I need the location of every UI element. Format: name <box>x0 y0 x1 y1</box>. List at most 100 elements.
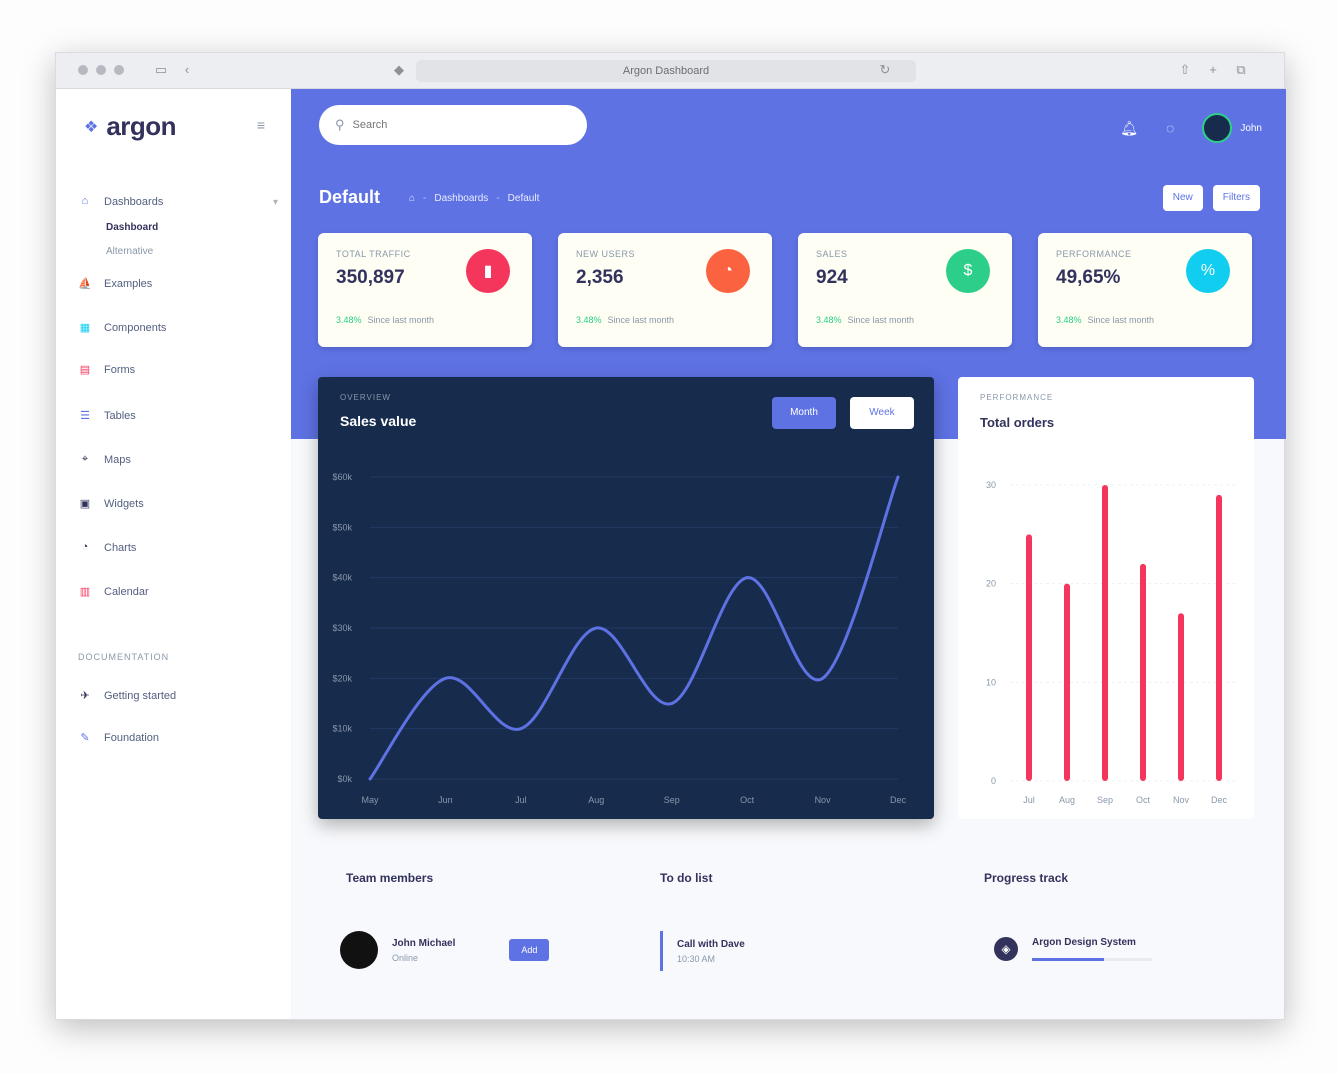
money-icon: $ <box>946 249 990 293</box>
tab-month[interactable]: Month <box>772 397 836 429</box>
reload-icon[interactable]: ↻ <box>876 62 894 78</box>
tabs-overview-icon[interactable]: ⧉ <box>1232 62 1250 78</box>
stat-card-new-users[interactable]: New users 2,356 ◔ 3.48% Since last month <box>558 233 772 347</box>
project-logo-icon: ◈ <box>994 937 1018 961</box>
sidebar-subitem-dashboard[interactable]: Dashboard <box>78 215 278 239</box>
sidebar-collapse-icon[interactable]: ≡ <box>252 117 270 135</box>
sidebar-item-label: Charts <box>104 542 137 554</box>
sidebar-item-getting-started[interactable]: ✈ Getting started <box>78 683 278 709</box>
map-pin-icon: ⌖ <box>81 453 89 465</box>
browser-titlebar: ▭ ‹ ◆ Argon Dashboard ↻ ⇧ + ⧉ <box>56 53 1284 89</box>
shield-icon[interactable]: ◆ <box>390 62 408 78</box>
minimize-window-button[interactable] <box>96 65 106 75</box>
stat-label: Performance <box>1056 249 1132 259</box>
bell-icon[interactable]: 🔔︎ <box>1120 120 1138 137</box>
user-menu[interactable]: John <box>1202 113 1262 143</box>
stat-label: Total traffic <box>336 249 411 259</box>
stat-cards: Total traffic 350,897 ▮ 3.48% Since last… <box>318 233 1252 347</box>
search-input[interactable] <box>352 119 563 131</box>
sidebar-item-foundation[interactable]: ✎ Foundation <box>78 725 278 751</box>
x-tick-label: Oct <box>1136 795 1151 805</box>
data-point <box>443 676 447 680</box>
share-icon[interactable]: ⇧ <box>1176 62 1194 78</box>
order-bar <box>1178 613 1184 781</box>
sidebar-heading: Documentation <box>78 652 170 662</box>
tab-week[interactable]: Week <box>850 397 914 429</box>
stat-card-performance[interactable]: Performance 49,65% % 3.48% Since last mo… <box>1038 233 1252 347</box>
data-point <box>821 676 825 680</box>
project-progress-fill <box>1032 958 1104 961</box>
address-bar[interactable]: Argon Dashboard <box>416 60 916 82</box>
stat-period: Since last month <box>1087 315 1155 325</box>
sidebar-item-label: Forms <box>104 364 136 376</box>
y-tick-label: 20 <box>986 579 996 589</box>
sidebar-item-components[interactable]: ▦ Components <box>78 315 278 341</box>
todo-indicator <box>660 931 663 971</box>
sidebar-toggle-icon[interactable]: ▭ <box>152 62 170 78</box>
y-tick-label: $50k <box>332 522 352 532</box>
x-tick-label: Nov <box>815 795 832 805</box>
todo-list-title: To do list <box>660 871 713 885</box>
data-point <box>896 475 900 479</box>
sidebar-item-label: Tables <box>104 410 136 422</box>
x-tick-label: Nov <box>1173 795 1190 805</box>
back-icon[interactable]: ‹ <box>178 62 196 78</box>
chevron-down-icon: ▾ <box>272 196 278 208</box>
project-row[interactable]: ◈ Argon Design System <box>994 937 1152 961</box>
search-bar[interactable]: ⚲ <box>319 105 587 145</box>
stat-change: 3.48% <box>1056 315 1082 325</box>
stat-period: Since last month <box>607 315 675 325</box>
maximize-window-button[interactable] <box>114 65 124 75</box>
archive-icon: ▣ <box>79 498 91 510</box>
grid-icon[interactable]: ◌ <box>1166 120 1174 136</box>
order-bar <box>1102 485 1108 781</box>
todo-item[interactable]: Call with Dave 10:30 AM <box>660 931 745 971</box>
brand[interactable]: ❖ argon <box>84 111 177 142</box>
sidebar-item-maps[interactable]: ⌖ Maps <box>78 447 278 473</box>
chart-pie-icon: ◔ <box>81 541 89 553</box>
breadcrumb-item[interactable]: Dashboards <box>434 193 488 204</box>
order-bar <box>1216 494 1222 781</box>
y-tick-label: $10k <box>332 724 352 734</box>
orders-bar-chart: 0 10 20 30 Jul Aug Sep Oct Nov Dec <box>986 480 1238 805</box>
sidebar-subitem-alternative[interactable]: Alternative <box>78 239 278 263</box>
filters-button[interactable]: Filters <box>1212 185 1260 211</box>
sidebar-item-label: Maps <box>104 454 131 466</box>
x-tick-label: Jul <box>1023 795 1035 805</box>
breadcrumb-home-icon[interactable]: ⌂ <box>409 193 415 204</box>
new-tab-icon[interactable]: + <box>1204 62 1222 78</box>
todo-title: Call with Dave <box>677 938 745 950</box>
sidebar-item-widgets[interactable]: ▣ Widgets <box>78 491 278 517</box>
y-tick-label: $0k <box>337 774 352 784</box>
project-progress-bar <box>1032 958 1152 961</box>
y-tick-label: 10 <box>986 677 996 687</box>
sidebar-item-examples[interactable]: ⛵ Examples <box>78 271 278 297</box>
search-icon: ⚲ <box>335 117 345 132</box>
sidebar-item-tables[interactable]: ☰ Tables <box>78 403 278 429</box>
y-tick-label: $20k <box>332 673 352 683</box>
breadcrumb-separator: - <box>496 193 500 204</box>
stat-card-traffic[interactable]: Total traffic 350,897 ▮ 3.48% Since last… <box>318 233 532 347</box>
stat-card-sales[interactable]: Sales 924 $ 3.48% Since last month <box>798 233 1012 347</box>
brand-logo-icon: ❖ <box>84 118 99 136</box>
new-button[interactable]: New <box>1162 185 1203 211</box>
stat-footer: 3.48% Since last month <box>1056 315 1154 325</box>
sidebar-item-forms[interactable]: ▤ Forms <box>78 357 278 383</box>
sidebar-item-label: Components <box>104 322 167 334</box>
y-tick-label: 0 <box>991 776 996 786</box>
x-tick-label: Oct <box>740 795 755 805</box>
x-tick-label: Dec <box>890 795 907 805</box>
page: ▭ ‹ ◆ Argon Dashboard ↻ ⇧ + ⧉ ❖ argon ≡ … <box>0 0 1338 1074</box>
add-member-button[interactable]: Add <box>509 939 550 961</box>
spaceship-icon: ✈ <box>80 690 90 702</box>
sidebar-item-charts[interactable]: ◔ Charts <box>78 535 278 561</box>
sidebar-item-dashboards[interactable]: ⌂ Dashboards ▾ <box>78 189 278 215</box>
close-window-button[interactable] <box>78 65 88 75</box>
data-point <box>745 576 749 580</box>
team-member-row: John Michael Online Add <box>340 931 550 969</box>
todo-time: 10:30 AM <box>677 953 716 964</box>
stat-change: 3.48% <box>576 315 602 325</box>
sidebar-item-calendar[interactable]: ▥ Calendar <box>78 579 278 605</box>
y-tick-label: $40k <box>332 573 352 583</box>
data-point <box>519 727 523 731</box>
